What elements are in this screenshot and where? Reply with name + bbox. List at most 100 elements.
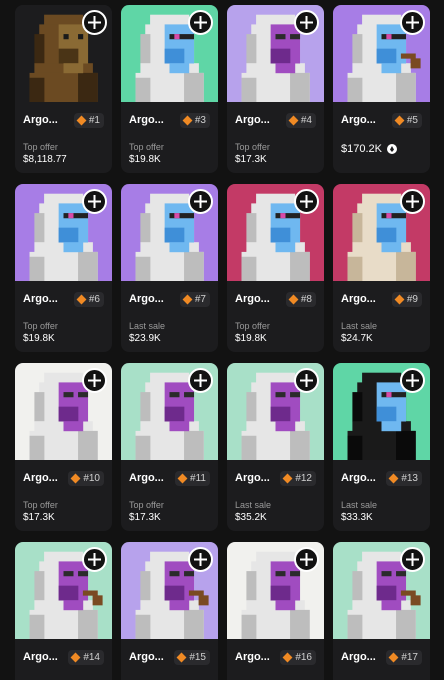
diamond-icon <box>388 652 399 663</box>
nft-name[interactable]: Argo... <box>235 293 270 305</box>
nft-card[interactable]: Argo... #11 Top offer $17.3K <box>121 363 218 531</box>
price-label: Last sale <box>341 500 378 510</box>
rank-number: #3 <box>194 115 206 126</box>
rarity-rank-badge: #14 <box>68 650 104 665</box>
nft-card[interactable]: Argo... #12 Last sale $35.2K <box>227 363 324 531</box>
diamond-icon <box>288 115 299 126</box>
diamond-icon <box>182 294 193 305</box>
plus-icon[interactable] <box>82 10 107 35</box>
rarity-rank-badge: #8 <box>285 292 316 307</box>
nft-card[interactable]: Argo... #5 $170.2K <box>333 5 430 173</box>
plus-icon[interactable] <box>294 368 319 393</box>
nft-card[interactable]: Argo... #10 Top offer $17.3K <box>15 363 112 531</box>
price-label: Top offer <box>23 500 58 510</box>
rank-number: #17 <box>401 652 418 663</box>
plus-icon[interactable] <box>82 189 107 214</box>
plus-icon[interactable] <box>294 189 319 214</box>
plus-icon[interactable] <box>400 547 425 572</box>
rank-number: #6 <box>88 294 100 305</box>
price-value: $19.8K <box>235 333 267 344</box>
nft-name[interactable]: Argo... <box>23 114 58 126</box>
plus-icon[interactable] <box>188 547 213 572</box>
diamond-icon <box>177 473 188 484</box>
plus-icon[interactable] <box>400 189 425 214</box>
price-value: $17.3K <box>235 154 267 165</box>
plus-icon[interactable] <box>400 10 425 35</box>
rank-number: #1 <box>88 115 100 126</box>
nft-card[interactable]: Argo... #7 Last sale $23.9K <box>121 184 218 352</box>
rank-number: #13 <box>401 473 418 484</box>
nft-name[interactable]: Argo... <box>23 651 58 663</box>
nft-name[interactable]: Argo... <box>235 472 270 484</box>
listing-price: $170.2K <box>341 143 397 155</box>
rank-number: #14 <box>83 652 100 663</box>
plus-icon[interactable] <box>82 368 107 393</box>
nft-card[interactable]: Argo... #9 Last sale $24.7K <box>333 184 430 352</box>
rank-number: #5 <box>406 115 418 126</box>
nft-card[interactable]: Argo... #13 Last sale $33.3K <box>333 363 430 531</box>
nft-name[interactable]: Argo... <box>129 472 164 484</box>
price-label: Top offer <box>235 321 270 331</box>
diamond-icon <box>388 473 399 484</box>
plus-icon[interactable] <box>82 547 107 572</box>
nft-name[interactable]: Argo... <box>235 651 270 663</box>
nft-card[interactable]: Argo... #14 <box>15 542 112 680</box>
diamond-icon <box>76 294 87 305</box>
rarity-rank-badge: #4 <box>285 113 316 128</box>
rank-number: #11 <box>190 473 206 484</box>
diamond-icon <box>282 473 293 484</box>
price-label: Top offer <box>23 321 58 331</box>
rarity-rank-badge: #13 <box>386 471 422 486</box>
nft-name[interactable]: Argo... <box>129 293 164 305</box>
price-value: $35.2K <box>235 512 267 523</box>
nft-card[interactable]: Argo... #17 <box>333 542 430 680</box>
rarity-rank-badge: #12 <box>280 471 316 486</box>
nft-grid: Argo... #1 Top offer $8,118.77 Argo... #3 Top … <box>0 0 444 680</box>
rarity-rank-badge: #3 <box>179 113 210 128</box>
diamond-icon <box>176 652 187 663</box>
plus-icon[interactable] <box>188 189 213 214</box>
nft-name[interactable]: Argo... <box>341 293 376 305</box>
plus-icon[interactable] <box>188 368 213 393</box>
diamond-icon <box>76 115 87 126</box>
nft-name[interactable]: Argo... <box>235 114 270 126</box>
rank-number: #4 <box>300 115 312 126</box>
rarity-rank-badge: #7 <box>179 292 210 307</box>
price-label: Last sale <box>341 321 378 331</box>
rarity-rank-badge: #15 <box>174 650 210 665</box>
price-value: $8,118.77 <box>23 154 67 165</box>
diamond-icon <box>182 115 193 126</box>
nft-card[interactable]: Argo... #1 Top offer $8,118.77 <box>15 5 112 173</box>
plus-icon[interactable] <box>400 368 425 393</box>
rank-number: #10 <box>83 473 100 484</box>
plus-icon[interactable] <box>294 547 319 572</box>
nft-card[interactable]: Argo... #6 Top offer $19.8K <box>15 184 112 352</box>
price-label: Top offer <box>23 142 58 152</box>
nft-name[interactable]: Argo... <box>129 114 164 126</box>
nft-card[interactable]: Argo... #3 Top offer $19.8K <box>121 5 218 173</box>
price-value: $17.3K <box>129 512 161 523</box>
diamond-icon <box>282 652 293 663</box>
rank-number: #15 <box>189 652 206 663</box>
nft-name[interactable]: Argo... <box>23 472 58 484</box>
rarity-rank-badge: #1 <box>73 113 104 128</box>
rank-number: #12 <box>295 473 312 484</box>
eth-icon <box>386 144 397 154</box>
nft-card[interactable]: Argo... #15 <box>121 542 218 680</box>
price-label: Last sale <box>235 500 272 510</box>
diamond-icon <box>70 473 81 484</box>
nft-card[interactable]: Argo... #8 Top offer $19.8K <box>227 184 324 352</box>
nft-name[interactable]: Argo... <box>23 293 58 305</box>
nft-name[interactable]: Argo... <box>341 472 376 484</box>
rarity-rank-badge: #9 <box>391 292 422 307</box>
rank-number: #9 <box>406 294 418 305</box>
rarity-rank-badge: #10 <box>68 471 104 486</box>
plus-icon[interactable] <box>188 10 213 35</box>
nft-card[interactable]: Argo... #4 Top offer $17.3K <box>227 5 324 173</box>
price-label: Top offer <box>235 142 270 152</box>
plus-icon[interactable] <box>294 10 319 35</box>
nft-name[interactable]: Argo... <box>129 651 164 663</box>
nft-name[interactable]: Argo... <box>341 114 376 126</box>
nft-name[interactable]: Argo... <box>341 651 376 663</box>
nft-card[interactable]: Argo... #16 <box>227 542 324 680</box>
